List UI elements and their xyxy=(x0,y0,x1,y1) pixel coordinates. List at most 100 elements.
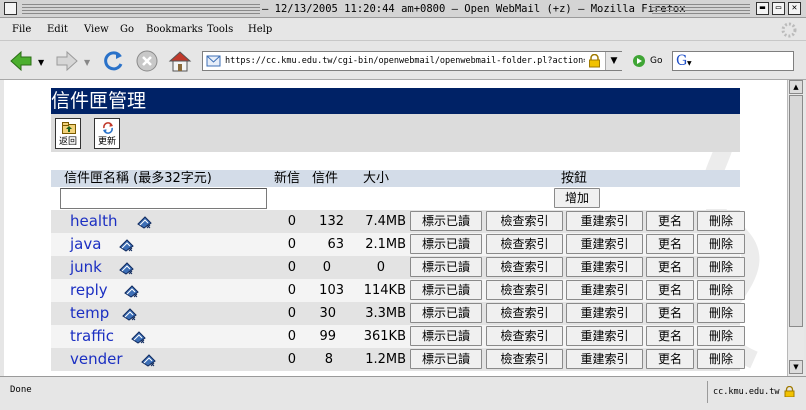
refresh-button[interactable]: 更新 xyxy=(94,118,120,149)
folder-link[interactable]: temp xyxy=(70,304,109,322)
new-folder-input[interactable] xyxy=(60,188,267,209)
delete-button[interactable]: 刪除 xyxy=(697,257,745,277)
check-index-button[interactable]: 檢查索引 xyxy=(486,326,563,346)
mark-read-button[interactable]: 標示已讀 xyxy=(410,211,482,231)
url-dropdown-icon[interactable]: ▼ xyxy=(605,52,622,70)
back-button-label: 返回 xyxy=(58,137,77,147)
window-menu-icon[interactable] xyxy=(4,2,17,15)
back-icon[interactable] xyxy=(8,48,34,74)
menu-go[interactable]: Go xyxy=(120,24,134,36)
maximize-icon[interactable]: ▭ xyxy=(772,2,785,15)
scrollbar-thumb[interactable] xyxy=(789,95,803,327)
message-count: 63 xyxy=(327,237,344,252)
url-bar[interactable]: https://cc.kmu.edu.tw/cgi-bin/openwebmai… xyxy=(202,51,622,71)
check-index-button[interactable]: 檢查索引 xyxy=(486,211,563,231)
rebuild-index-button[interactable]: 重建索引 xyxy=(566,257,643,277)
menu-tools[interactable]: Tools xyxy=(207,24,233,36)
rebuild-index-button[interactable]: 重建索引 xyxy=(566,303,643,323)
back-dropdown-icon[interactable]: ▼ xyxy=(38,58,44,67)
folder-size: 114KB xyxy=(363,283,406,298)
menubar: File Edit View Go Bookmarks Tools Help xyxy=(0,19,806,41)
folder-link[interactable]: health xyxy=(70,212,117,230)
download-folder-icon[interactable] xyxy=(137,216,152,229)
scroll-down-icon[interactable]: ▼ xyxy=(789,360,803,374)
folder-link[interactable]: junk xyxy=(70,258,102,276)
download-folder-icon[interactable] xyxy=(124,285,139,298)
page-icon xyxy=(206,55,221,67)
check-index-button[interactable]: 檢查索引 xyxy=(486,303,563,323)
reload-icon[interactable] xyxy=(100,48,126,74)
rename-button[interactable]: 更名 xyxy=(646,349,694,369)
delete-button[interactable]: 刪除 xyxy=(697,326,745,346)
mark-read-button[interactable]: 標示已讀 xyxy=(410,280,482,300)
url-text[interactable]: https://cc.kmu.edu.tw/cgi-bin/openwebmai… xyxy=(225,55,585,67)
check-index-button[interactable]: 檢查索引 xyxy=(486,349,563,369)
home-icon[interactable] xyxy=(167,48,193,74)
download-folder-icon[interactable] xyxy=(141,354,156,367)
rename-button[interactable]: 更名 xyxy=(646,303,694,323)
menu-bookmarks[interactable]: Bookmarks xyxy=(146,24,203,36)
titlebar-grip xyxy=(22,4,260,14)
go-label[interactable]: Go xyxy=(650,56,662,66)
stop-icon[interactable] xyxy=(134,48,160,74)
delete-button[interactable]: 刪除 xyxy=(697,234,745,254)
folder-link[interactable]: java xyxy=(70,235,101,253)
rebuild-index-button[interactable]: 重建索引 xyxy=(566,211,643,231)
delete-button[interactable]: 刪除 xyxy=(697,349,745,369)
folder-row: traffic 0 99 361KB 標示已讀 檢查索引 重建索引 更名 刪除 xyxy=(51,325,745,348)
delete-button[interactable]: 刪除 xyxy=(697,303,745,323)
mark-read-button[interactable]: 標示已讀 xyxy=(410,234,482,254)
check-index-button[interactable]: 檢查索引 xyxy=(486,234,563,254)
go-icon[interactable] xyxy=(632,54,646,68)
page-viewport: 信件匣管理 返回 更新 信件匣名稱 (最多32字元) 新信 信件 大小 按鈕 增… xyxy=(4,80,787,376)
check-index-button[interactable]: 檢查索引 xyxy=(486,257,563,277)
search-box[interactable]: G ▼ xyxy=(672,51,794,71)
menu-edit[interactable]: Edit xyxy=(47,24,68,36)
folder-size: 361KB xyxy=(363,329,406,344)
minimize-icon[interactable]: ▬ xyxy=(756,2,769,15)
folder-link[interactable]: traffic xyxy=(70,327,114,345)
folder-link[interactable]: reply xyxy=(70,281,108,299)
lock-icon[interactable] xyxy=(588,54,601,68)
menu-file[interactable]: File xyxy=(12,24,31,36)
folder-link[interactable]: vender xyxy=(70,350,123,368)
download-folder-icon[interactable] xyxy=(122,308,137,321)
google-icon[interactable]: G xyxy=(676,53,687,69)
new-count: 0 xyxy=(287,214,296,229)
message-count: 0 xyxy=(322,260,331,275)
folder-size: 3.3MB xyxy=(365,306,406,321)
mark-read-button[interactable]: 標示已讀 xyxy=(410,326,482,346)
navigation-toolbar: ▼ ▼ https://cc.kmu.edu.tw/cgi-bin/openwe… xyxy=(0,42,806,80)
security-lock-icon[interactable] xyxy=(784,386,795,397)
mark-read-button[interactable]: 標示已讀 xyxy=(410,303,482,323)
download-folder-icon[interactable] xyxy=(131,331,146,344)
delete-button[interactable]: 刪除 xyxy=(697,280,745,300)
menu-help[interactable]: Help xyxy=(248,24,272,36)
download-folder-icon[interactable] xyxy=(119,262,134,275)
rebuild-index-button[interactable]: 重建索引 xyxy=(566,349,643,369)
vertical-scrollbar[interactable]: ▲ ▼ xyxy=(787,80,804,376)
rename-button[interactable]: 更名 xyxy=(646,326,694,346)
delete-button[interactable]: 刪除 xyxy=(697,211,745,231)
rebuild-index-button[interactable]: 重建索引 xyxy=(566,326,643,346)
menu-view[interactable]: View xyxy=(84,24,109,36)
back-button[interactable]: 返回 xyxy=(55,118,81,149)
rename-button[interactable]: 更名 xyxy=(646,234,694,254)
rename-button[interactable]: 更名 xyxy=(646,257,694,277)
mark-read-button[interactable]: 標示已讀 xyxy=(410,257,482,277)
rebuild-index-button[interactable]: 重建索引 xyxy=(566,234,643,254)
forward-icon[interactable] xyxy=(54,48,80,74)
download-folder-icon[interactable] xyxy=(119,239,134,252)
search-engine-dropdown-icon[interactable]: ▼ xyxy=(687,60,692,67)
rename-button[interactable]: 更名 xyxy=(646,280,694,300)
check-index-button[interactable]: 檢查索引 xyxy=(486,280,563,300)
rebuild-index-button[interactable]: 重建索引 xyxy=(566,280,643,300)
folder-table-header: 信件匣名稱 (最多32字元) 新信 信件 大小 按鈕 xyxy=(51,170,740,187)
scroll-up-icon[interactable]: ▲ xyxy=(789,80,803,94)
window-titlebar: – 12/13/2005 11:20:44 am+0800 – Open Web… xyxy=(0,0,806,18)
add-folder-button[interactable]: 增加 xyxy=(554,188,600,208)
close-icon[interactable]: ✕ xyxy=(788,2,801,15)
mark-read-button[interactable]: 標示已讀 xyxy=(410,349,482,369)
forward-dropdown-icon[interactable]: ▼ xyxy=(84,58,90,67)
rename-button[interactable]: 更名 xyxy=(646,211,694,231)
